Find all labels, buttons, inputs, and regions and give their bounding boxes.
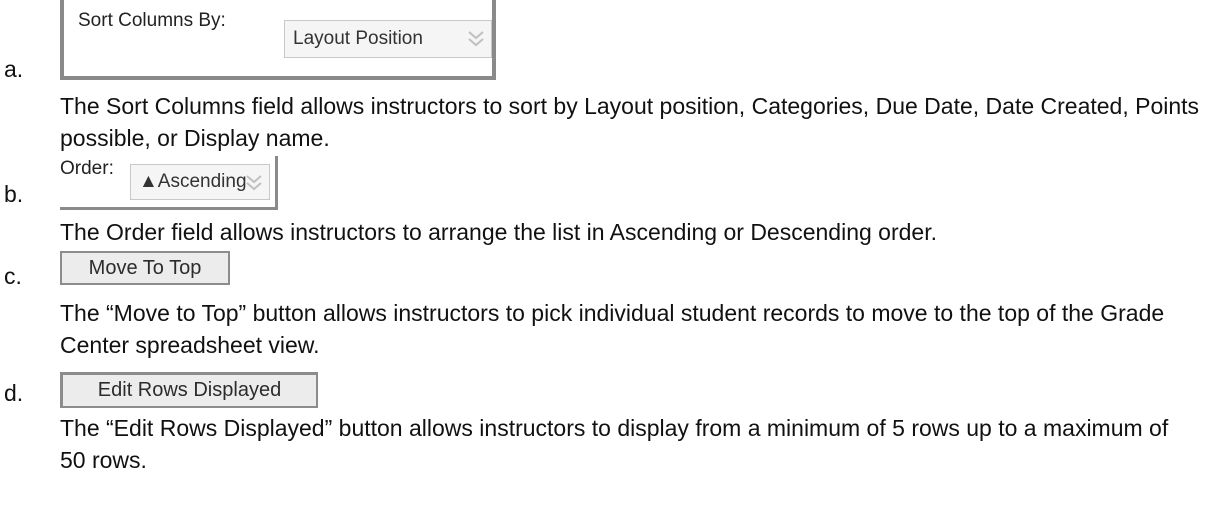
- sort-columns-select[interactable]: Layout Position: [284, 20, 492, 58]
- sort-columns-description: The Sort Columns field allows instructor…: [60, 93, 1200, 151]
- item-marker: a.: [4, 56, 24, 82]
- item-marker: c.: [4, 263, 22, 289]
- order-description: The Order field allows instructors to ar…: [60, 219, 937, 245]
- sort-columns-label: Sort Columns By:: [78, 10, 226, 31]
- move-to-top-description: The “Move to Top” button allows instruct…: [60, 300, 1165, 358]
- order-value: ▲Ascending: [139, 171, 247, 192]
- edit-rows-displayed-button[interactable]: Edit Rows Displayed: [60, 372, 318, 408]
- edit-rows-displayed-description: The “Edit Rows Displayed” button allows …: [60, 415, 1169, 473]
- item-marker: d.: [4, 380, 24, 406]
- item-marker: b.: [4, 181, 24, 207]
- order-select[interactable]: ▲Ascending: [130, 164, 270, 200]
- sort-columns-widget: Sort Columns By: Layout Position: [60, 0, 496, 80]
- order-label: Order:: [60, 158, 114, 179]
- chevron-down-icon: [467, 27, 485, 51]
- chevron-down-icon: [245, 171, 263, 195]
- sort-columns-value: Layout Position: [293, 28, 423, 49]
- order-widget: Order: ▲Ascending: [60, 156, 278, 210]
- move-to-top-button[interactable]: Move To Top: [60, 251, 230, 285]
